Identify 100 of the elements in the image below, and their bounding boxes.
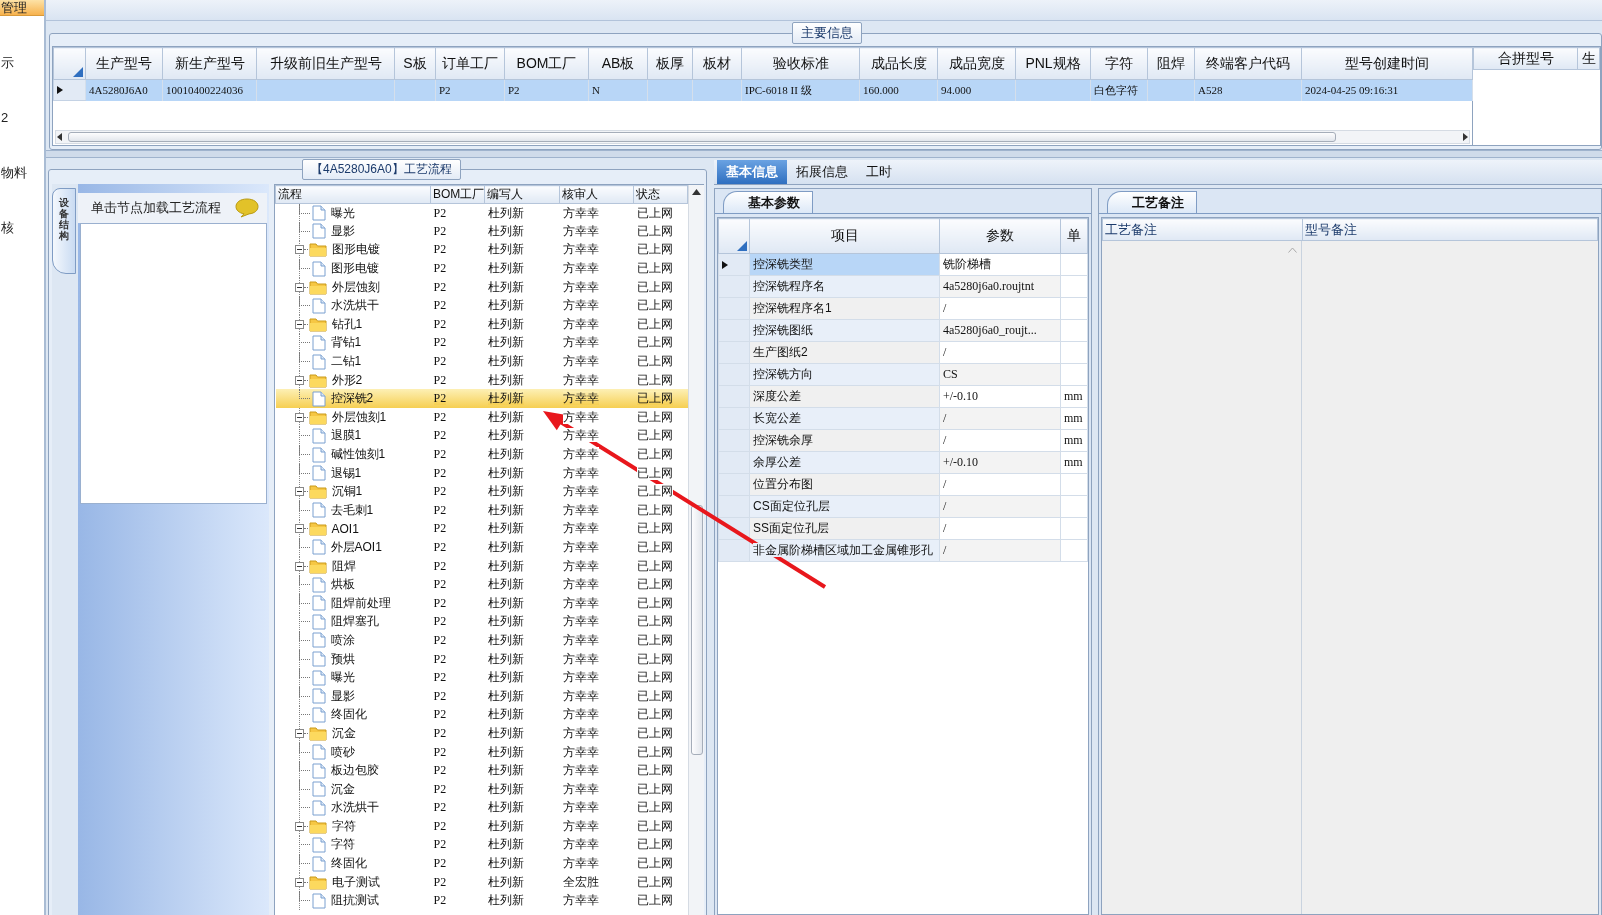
table-cell: 杜列新: [487, 465, 524, 480]
column-header[interactable]: PNL规格: [1015, 47, 1091, 80]
column-header[interactable]: 编写人: [484, 185, 560, 204]
table-cell: 方幸幸: [562, 428, 599, 443]
sidebar-item[interactable]: 核: [0, 220, 14, 236]
tab[interactable]: 拓展信息: [787, 160, 857, 184]
column-header[interactable]: 工艺备注: [1102, 218, 1303, 241]
sidebar-item[interactable]: 管理: [0, 0, 44, 16]
column-header[interactable]: 板材: [692, 47, 742, 80]
table-cell: 方幸幸: [562, 205, 599, 220]
column-header[interactable]: 订单工厂: [435, 47, 505, 80]
tab[interactable]: 工艺备注: [1107, 191, 1197, 213]
table-cell: 方幸幸: [562, 595, 599, 610]
table-cell: 已上网: [636, 595, 673, 610]
table-cell: 方幸幸: [562, 763, 599, 778]
table-cell: 已上网: [636, 874, 673, 889]
column-header[interactable]: 型号备注: [1302, 218, 1598, 241]
table-cell: 已上网: [636, 521, 673, 536]
table-cell: 杜列新: [487, 502, 524, 517]
table-cell: 方幸幸: [562, 688, 599, 703]
table-cell: 已上网: [636, 800, 673, 815]
table-cell: 杜列新: [487, 874, 524, 889]
column-header[interactable]: 阻焊: [1147, 47, 1195, 80]
table-cell: 已上网: [636, 447, 673, 461]
column-header[interactable]: AB板: [588, 47, 648, 80]
column-header[interactable]: 型号创建时间: [1301, 47, 1473, 80]
tab[interactable]: 基本参数: [723, 191, 813, 213]
tree-node[interactable]: 曝光: [275, 203, 431, 223]
table-cell: 已上网: [636, 242, 673, 257]
group-title: 【4A5280J6A0】工艺流程: [302, 159, 461, 180]
table-cell: 已上网: [636, 632, 673, 647]
table-cell: mm: [1060, 407, 1088, 430]
column-header[interactable]: 字符: [1090, 47, 1148, 80]
column-header[interactable]: 状态: [633, 185, 688, 204]
table-cell: 方幸幸: [562, 279, 599, 294]
table-cell: 杜列新: [487, 614, 524, 629]
column-header[interactable]: BOM工厂: [504, 47, 589, 80]
tab[interactable]: 工时: [857, 160, 901, 184]
column-header[interactable]: S板: [394, 47, 436, 80]
tree-node[interactable]: 外形2: [275, 370, 431, 390]
table-cell: 控深铣图纸: [753, 323, 813, 337]
column-header[interactable]: 板厚: [647, 47, 693, 80]
table-cell: 方幸幸: [562, 725, 599, 740]
table-cell: 方幸幸: [562, 298, 599, 313]
table-cell: 方幸幸: [562, 781, 599, 796]
table-cell: P2: [433, 391, 447, 406]
table-cell: 已上网: [636, 837, 673, 852]
table-cell: P2: [433, 447, 447, 461]
table-cell: P2: [433, 540, 447, 554]
column-header[interactable]: 验收标准: [741, 47, 860, 80]
tree-node[interactable]: 外层蚀刻1: [275, 408, 431, 427]
sidebar-item[interactable]: 示: [0, 55, 14, 71]
table-cell: 方幸幸: [562, 632, 599, 647]
table-cell: 方幸幸: [562, 558, 599, 573]
table-cell: 已上网: [636, 298, 673, 313]
table-cell: mm: [1060, 385, 1088, 408]
column-header[interactable]: 流程: [275, 185, 431, 204]
table-cell: 杜列新: [487, 484, 524, 499]
table-cell: 杜列新: [487, 354, 524, 369]
column-header[interactable]: 生: [1577, 47, 1600, 70]
table-cell: 方幸幸: [562, 354, 599, 369]
tree-node[interactable]: 控深铣2: [275, 389, 431, 409]
table-cell: 杜列新: [487, 205, 524, 220]
column-header[interactable]: BOM工厂: [430, 185, 485, 204]
table-cell: 已上网: [636, 856, 673, 871]
column-header[interactable]: 生产型号: [85, 47, 163, 80]
table-cell: 杜列新: [487, 558, 524, 573]
table-cell: 已上网: [636, 818, 673, 833]
table-cell: 杜列新: [487, 856, 524, 871]
table-cell: mm: [1060, 429, 1088, 452]
column-header[interactable]: 参数: [939, 218, 1061, 254]
column-header[interactable]: 终端客户代码: [1194, 47, 1302, 80]
table-cell: 方幸幸: [562, 316, 599, 331]
table-cell: 方幸幸: [562, 465, 599, 480]
column-header[interactable]: 新生产型号: [162, 47, 257, 80]
column-header[interactable]: 成品宽度: [937, 47, 1016, 80]
table-cell: 已上网: [636, 614, 673, 629]
table-cell: 杜列新: [487, 595, 524, 610]
table-cell: 方幸幸: [562, 614, 599, 629]
sidebar-item[interactable]: 物料: [0, 165, 27, 181]
table-cell: 方幸幸: [562, 261, 599, 276]
table-cell: 控深铣类型: [753, 257, 813, 271]
table-cell: 杜列新: [487, 261, 524, 276]
tab[interactable]: 基本信息: [717, 160, 787, 184]
table-cell: 杜列新: [487, 223, 524, 238]
table-cell: 已上网: [636, 316, 673, 331]
table-cell: 方幸幸: [562, 540, 599, 554]
column-header[interactable]: 单: [1060, 218, 1088, 254]
column-header[interactable]: 项目: [749, 218, 940, 254]
column-header[interactable]: 升级前旧生产型号: [256, 47, 395, 80]
table-cell: 方幸幸: [562, 651, 599, 666]
table-cell: 杜列新: [487, 316, 524, 331]
table-cell: 余厚公差: [753, 455, 801, 469]
table-cell: 方幸幸: [562, 242, 599, 257]
side-tab[interactable]: 设备结构: [52, 188, 76, 274]
table-cell: 生产图纸2: [753, 345, 808, 359]
sidebar-item[interactable]: 2: [0, 110, 9, 126]
column-header[interactable]: 成品长度: [859, 47, 938, 80]
column-header[interactable]: 合拼型号: [1473, 47, 1578, 70]
column-header[interactable]: 核审人: [559, 185, 634, 204]
